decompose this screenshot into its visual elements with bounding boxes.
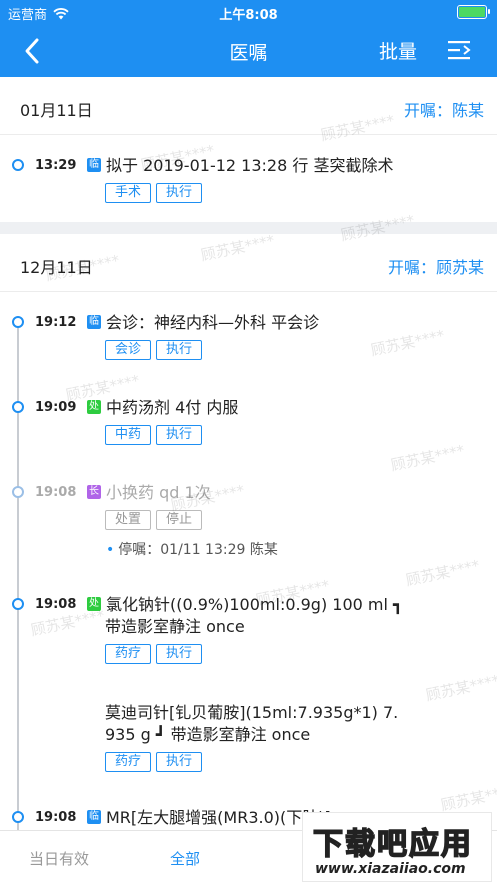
category-tag[interactable]: 会诊 (105, 340, 152, 360)
category-tag[interactable]: 药疗 (105, 644, 152, 664)
order-text-line1: 莫迪司针[钆贝葡胺](15ml:7.935g*1) 7. (105, 703, 399, 722)
section-header: 01月11日 开嘱：陈某 (0, 77, 497, 135)
timeline-line (17, 324, 19, 830)
order-tags: 会诊 执行 (105, 340, 203, 360)
order-text: 会诊：神经内科—外科 平会诊 (106, 313, 320, 332)
timeline-dot (12, 486, 24, 498)
temporary-order-badge: 临 (87, 315, 101, 329)
status-tag[interactable]: 执行 (156, 183, 203, 203)
order-tags: 药疗 执行 (105, 644, 203, 664)
brand-logo: 下载吧应用 www.xiazaiiao.com (302, 812, 492, 882)
battery-icon (457, 5, 490, 19)
batch-button[interactable]: 批量 (379, 37, 417, 64)
prescription-badge: 处 (87, 597, 101, 611)
order-list[interactable]: 01月11日 开嘱：陈某 13:29 临 拟于 2019-01-12 13:28… (0, 77, 497, 830)
order-tags: 中药 执行 (105, 425, 203, 445)
brand-logo-url: www.xiazaiiao.com (315, 861, 466, 877)
status-tag[interactable]: 执行 (156, 340, 203, 360)
category-tag[interactable]: 中药 (105, 425, 152, 445)
status-time: 上午8:08 (219, 8, 278, 23)
page-title: 医嘱 (229, 42, 268, 64)
timeline-dot (12, 598, 24, 610)
ordering-doctor: 开嘱：陈某 (403, 101, 484, 120)
category-tag[interactable]: 处置 (105, 510, 152, 530)
order-time: 19:08 (35, 485, 77, 500)
section-header: 12月11日 开嘱：顾苏某 (0, 234, 497, 292)
bullet-icon: • (106, 542, 115, 558)
timeline-dot (12, 159, 24, 171)
section-date: 12月11日 (20, 258, 93, 277)
order-text-line1: 氯化钠针((0.9%)100ml:0.9g) 100 ml ┓ (106, 595, 403, 614)
filter-menu-icon[interactable] (447, 38, 473, 62)
prescription-badge: 处 (87, 400, 101, 414)
order-time: 19:12 (35, 315, 77, 330)
category-tag[interactable]: 手术 (105, 183, 152, 203)
order-tags: 手术 执行 (105, 183, 203, 203)
long-term-order-badge: 长 (87, 485, 101, 499)
order-text-line2: 935 g ┛ 带造影室静注 once (105, 725, 311, 744)
order-text: 小换药 qd 1次 (106, 483, 211, 502)
tab-all[interactable]: 全部 (170, 848, 200, 869)
stop-order-note: • 停嘱：01/11 13:29 陈某 (106, 539, 278, 559)
order-text-line2: 带造影室静注 once (105, 617, 245, 636)
timeline-dot (12, 401, 24, 413)
order-time: 19:08 (35, 597, 77, 612)
order-text: 拟于 2019-01-12 13:28 行 茎突截除术 (106, 156, 394, 175)
section-divider (0, 222, 497, 234)
temporary-order-badge: 临 (87, 158, 101, 172)
date-section: 01月11日 开嘱：陈某 13:29 临 拟于 2019-01-12 13:28… (0, 77, 497, 222)
status-bar: 运营商 上午8:08 (0, 0, 497, 24)
category-tag[interactable]: 药疗 (105, 752, 152, 772)
date-section: 12月11日 开嘱：顾苏某 19:12 临 会诊：神经内科—外科 平会诊 会诊 … (0, 234, 497, 830)
order-tags: 药疗 执行 (105, 752, 203, 772)
tab-today-valid[interactable]: 当日有效 (29, 848, 89, 869)
status-tag[interactable]: 停止 (156, 510, 203, 530)
order-time: 19:08 (35, 810, 77, 825)
temporary-order-badge: 临 (87, 810, 101, 824)
ordering-doctor: 开嘱：顾苏某 (387, 258, 484, 277)
nav-bar: 医嘱 批量 (0, 24, 497, 77)
timeline-dot (12, 811, 24, 823)
status-tag[interactable]: 执行 (156, 644, 203, 664)
order-time: 19:09 (35, 400, 77, 415)
order-text: 中药汤剂 4付 内服 (106, 398, 239, 417)
order-tags: 处置 停止 (105, 510, 203, 530)
brand-logo-title: 下载吧应用 (312, 826, 473, 863)
status-tag[interactable]: 执行 (156, 425, 203, 445)
section-date: 01月11日 (20, 101, 93, 120)
order-time: 13:29 (35, 158, 77, 173)
stop-order-text: 停嘱：01/11 13:29 陈某 (118, 542, 278, 558)
status-tag[interactable]: 执行 (156, 752, 203, 772)
timeline-dot (12, 316, 24, 328)
